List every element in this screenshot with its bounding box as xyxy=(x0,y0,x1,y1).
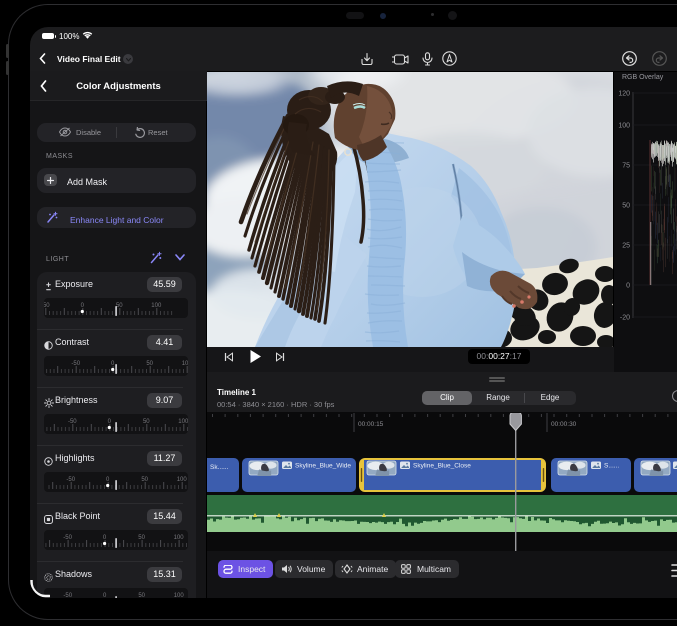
svg-text:100: 100 xyxy=(174,593,185,598)
svg-text:00:00:30: 00:00:30 xyxy=(551,421,577,428)
svg-text:-50: -50 xyxy=(44,303,50,309)
svg-text:00:00:15: 00:00:15 xyxy=(358,421,384,428)
svg-text:50: 50 xyxy=(138,593,145,598)
svg-text:-50: -50 xyxy=(63,593,72,598)
svg-text:-20: -20 xyxy=(620,315,630,322)
svg-text:75: 75 xyxy=(622,163,630,170)
svg-text:Skyline_Blue_Wide: Skyline_Blue_Wide xyxy=(295,463,351,470)
svg-text:50: 50 xyxy=(622,203,630,210)
svg-text:S......: S...... xyxy=(604,463,619,470)
svg-text:Sk......: Sk...... xyxy=(210,464,229,471)
svg-text:25: 25 xyxy=(622,243,630,250)
svg-text:100: 100 xyxy=(618,123,630,130)
svg-text:100: 100 xyxy=(178,419,188,425)
svg-text:Skyline_Blue_Close: Skyline_Blue_Close xyxy=(413,463,471,470)
svg-text:0: 0 xyxy=(626,283,630,290)
svg-text:0: 0 xyxy=(103,593,107,598)
svg-text:120: 120 xyxy=(618,91,630,98)
